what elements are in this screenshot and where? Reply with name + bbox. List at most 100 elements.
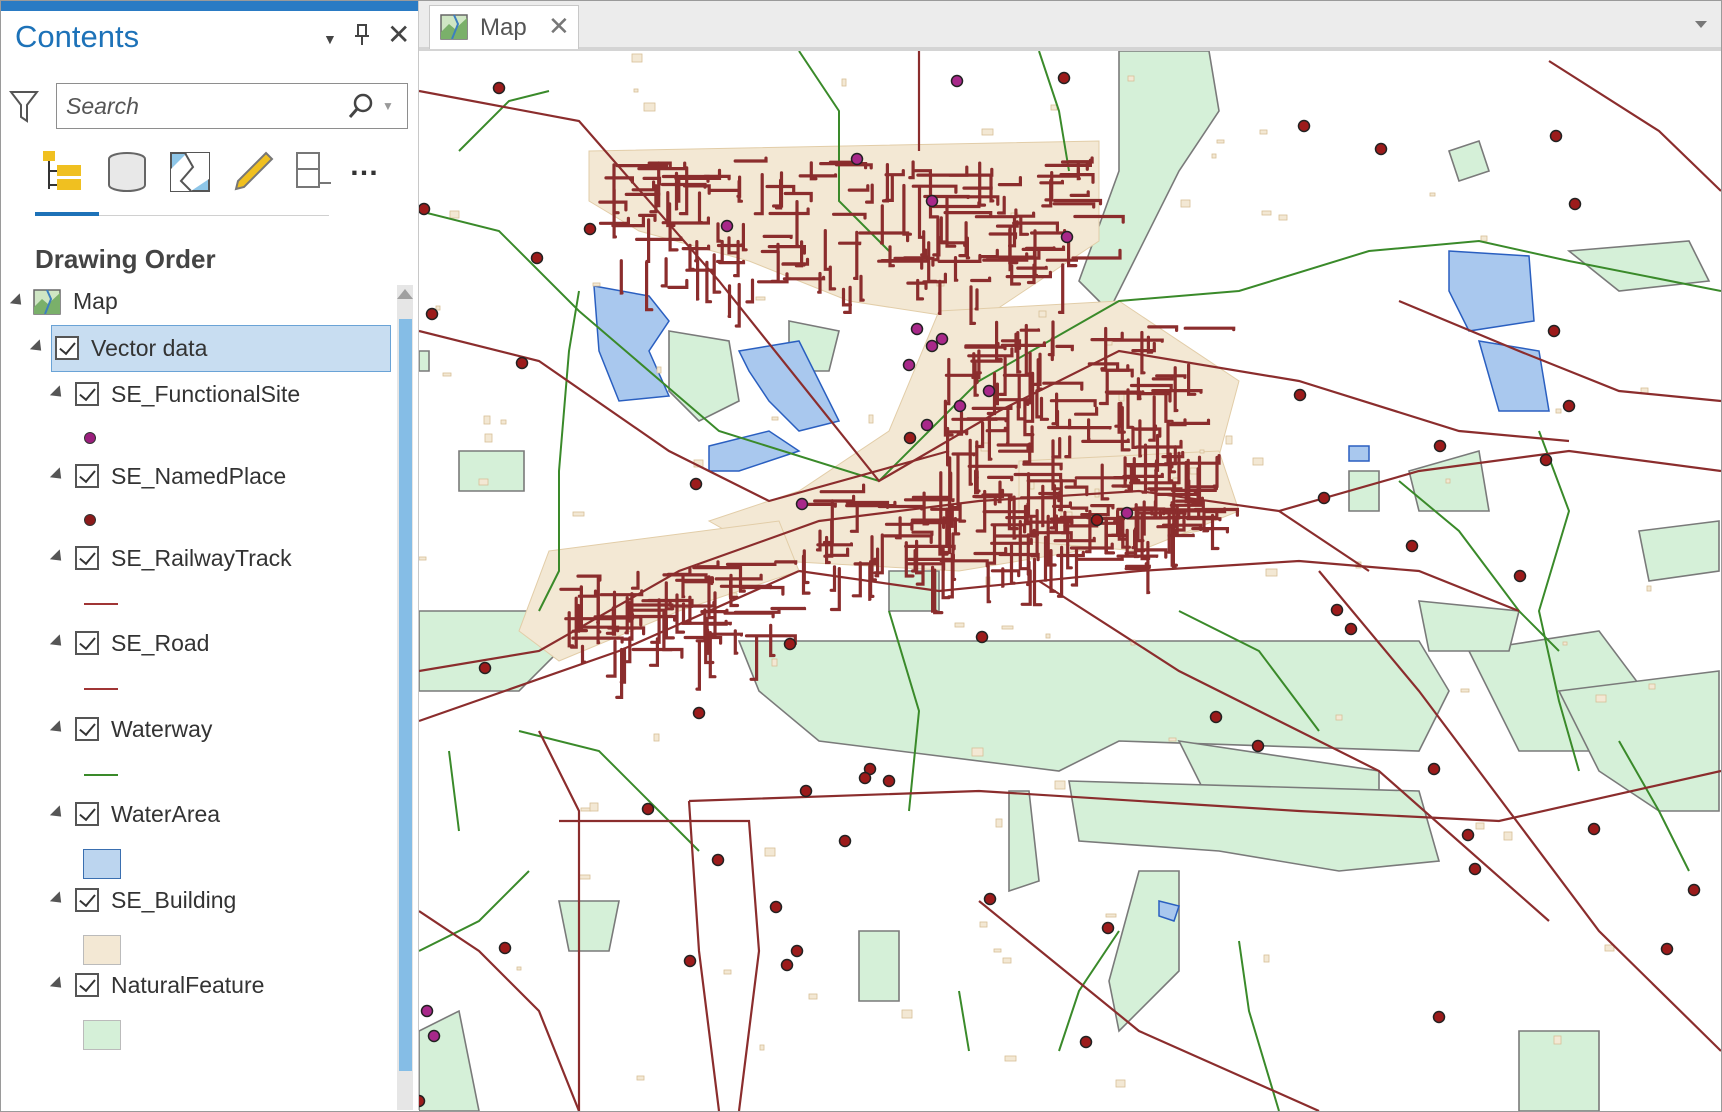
natural-feature-polygon bbox=[1638, 520, 1720, 582]
named-place-point bbox=[425, 307, 439, 321]
named-place-point bbox=[1687, 883, 1701, 897]
named-place-point bbox=[1587, 822, 1601, 836]
expander-icon[interactable] bbox=[9, 293, 27, 310]
list-by-selection-icon[interactable] bbox=[167, 149, 213, 195]
building-polygon bbox=[1168, 737, 1177, 742]
building-polygon bbox=[993, 948, 1002, 953]
building-polygon bbox=[1335, 714, 1343, 721]
road-line bbox=[1398, 299, 1721, 403]
filter-icon[interactable] bbox=[8, 89, 40, 125]
building-polygon bbox=[578, 874, 591, 880]
named-place-point bbox=[1344, 622, 1358, 636]
named-place-point bbox=[1432, 1010, 1446, 1024]
building-polygon bbox=[1001, 625, 1014, 630]
tree-item-layer[interactable]: SE_RailwayTrack bbox=[49, 543, 391, 583]
visibility-checkbox[interactable] bbox=[75, 717, 99, 741]
street-line bbox=[695, 640, 701, 691]
named-place-point bbox=[1079, 1035, 1093, 1049]
point-symbol-icon bbox=[84, 514, 96, 526]
street-line bbox=[1026, 351, 1032, 405]
tab-map[interactable]: Map ✕ bbox=[429, 5, 579, 49]
street-line bbox=[774, 560, 798, 565]
street-line bbox=[968, 438, 973, 486]
visibility-checkbox[interactable] bbox=[75, 546, 99, 570]
named-place-point bbox=[1549, 129, 1563, 143]
building-polygon bbox=[1225, 435, 1233, 445]
tab-label: Map bbox=[480, 14, 527, 41]
building-polygon bbox=[572, 511, 585, 517]
list-by-drawing-order-icon[interactable] bbox=[41, 149, 87, 195]
scroll-thumb[interactable] bbox=[399, 319, 412, 1071]
street-line bbox=[951, 532, 957, 581]
building-polygon bbox=[1595, 694, 1607, 703]
street-line bbox=[716, 243, 743, 248]
building-polygon bbox=[643, 102, 656, 112]
visibility-checkbox[interactable] bbox=[75, 464, 99, 488]
expander-icon[interactable] bbox=[29, 339, 47, 356]
tree-item-layer[interactable]: SE_NamedPlace bbox=[49, 461, 391, 501]
building-polygon bbox=[500, 419, 507, 425]
street-line bbox=[879, 204, 884, 245]
scroll-up-arrow[interactable] bbox=[397, 289, 413, 299]
tree-item-layer[interactable]: SE_Building bbox=[49, 885, 391, 925]
building-polygon bbox=[449, 210, 460, 219]
functional-site-point bbox=[950, 74, 964, 88]
expander-icon[interactable] bbox=[49, 634, 67, 651]
drawing-order-heading: Drawing Order bbox=[35, 244, 216, 274]
visibility-checkbox[interactable] bbox=[75, 382, 99, 406]
waterway-line bbox=[448, 750, 460, 832]
expander-icon[interactable] bbox=[49, 805, 67, 822]
building-polygon bbox=[1429, 192, 1436, 197]
list-by-source-icon[interactable] bbox=[104, 149, 150, 195]
visibility-checkbox[interactable] bbox=[75, 802, 99, 826]
natural-feature-polygon bbox=[737, 640, 1450, 772]
functional-site-point bbox=[935, 332, 949, 346]
water-area-polygon bbox=[1348, 445, 1370, 462]
close-tab-icon[interactable]: ✕ bbox=[548, 11, 570, 42]
more-icon[interactable]: … bbox=[349, 149, 395, 195]
layer-name: SE_Building bbox=[111, 887, 237, 913]
list-by-editing-icon[interactable] bbox=[230, 149, 276, 195]
search-icon[interactable] bbox=[347, 92, 375, 120]
expander-icon[interactable] bbox=[49, 549, 67, 566]
street-line bbox=[762, 234, 793, 240]
building-polygon bbox=[1278, 214, 1288, 221]
visibility-checkbox[interactable] bbox=[75, 631, 99, 655]
building-polygon bbox=[633, 88, 639, 93]
pane-options-icon[interactable]: ▼ bbox=[323, 31, 337, 47]
building-polygon bbox=[1127, 75, 1135, 82]
building-polygon bbox=[1115, 1079, 1126, 1088]
search-input[interactable] bbox=[66, 93, 326, 119]
close-icon[interactable]: ✕ bbox=[387, 18, 410, 51]
named-place-point bbox=[1297, 119, 1311, 133]
tree-item-layer[interactable]: SE_FunctionalSite bbox=[49, 379, 391, 419]
street-line bbox=[745, 278, 755, 304]
tree-item-layer[interactable]: SE_Road bbox=[49, 628, 391, 668]
functional-site-point bbox=[910, 322, 924, 336]
tree-item-map[interactable]: Map bbox=[9, 287, 309, 327]
pin-icon[interactable] bbox=[353, 23, 371, 53]
map-drawing[interactable] bbox=[419, 51, 1721, 1111]
tree-item-layer[interactable]: Waterway bbox=[49, 714, 391, 754]
expander-icon[interactable] bbox=[49, 467, 67, 484]
tree-item-layer[interactable]: WaterArea bbox=[49, 799, 391, 839]
building-polygon bbox=[516, 966, 522, 971]
visibility-checkbox[interactable] bbox=[75, 973, 99, 997]
visibility-checkbox[interactable] bbox=[75, 888, 99, 912]
expander-icon[interactable] bbox=[49, 385, 67, 402]
building-polygon bbox=[1445, 478, 1451, 484]
building-polygon bbox=[995, 818, 1003, 828]
waterway-line bbox=[419, 870, 530, 952]
expander-icon[interactable] bbox=[49, 720, 67, 737]
tab-list-dropdown-icon[interactable] bbox=[1695, 21, 1707, 28]
building-polygon bbox=[841, 78, 847, 87]
search-options-icon[interactable]: ▼ bbox=[382, 99, 394, 113]
street-line bbox=[945, 507, 950, 547]
list-by-snapping-icon[interactable] bbox=[293, 149, 339, 195]
expander-icon[interactable] bbox=[49, 891, 67, 908]
tree-item-layer[interactable]: NaturalFeature bbox=[49, 970, 391, 1010]
expander-icon[interactable] bbox=[49, 976, 67, 993]
map-canvas[interactable] bbox=[419, 51, 1721, 1111]
street-line bbox=[707, 188, 741, 194]
visibility-checkbox[interactable] bbox=[55, 336, 79, 360]
